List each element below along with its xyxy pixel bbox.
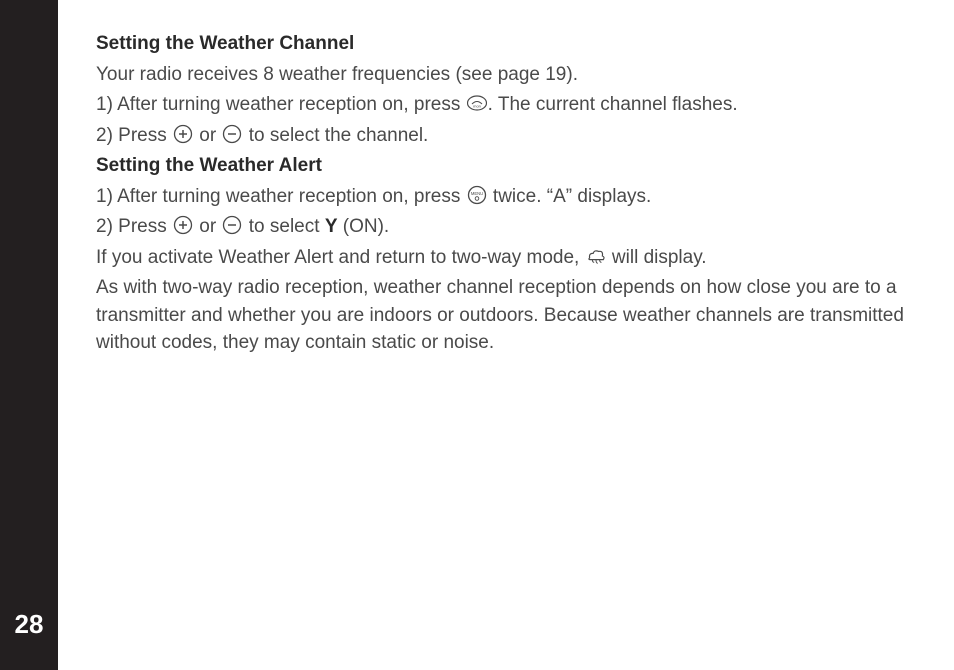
heading-weather-channel: Setting the Weather Channel: [96, 30, 916, 58]
text: . The current channel flashes.: [488, 94, 738, 115]
alert-display-note: If you activate Weather Alert and return…: [96, 244, 916, 272]
alert-step-1: 1) After turning weather reception on, p…: [96, 183, 916, 211]
page-content: Setting the Weather Channel Your radio r…: [96, 30, 916, 360]
svg-text:MENU: MENU: [470, 191, 482, 196]
text: or: [194, 216, 221, 237]
sidebar: Weather 28: [0, 0, 58, 670]
text: (ON).: [338, 216, 390, 237]
channel-step-1: 1) After turning weather reception on, p…: [96, 91, 916, 119]
minus-button-icon: [222, 124, 242, 144]
channel-step-2: 2) Press or to select the channel.: [96, 122, 916, 150]
text: 1) After turning weather reception on, p…: [96, 186, 466, 207]
text: twice. “A” displays.: [488, 186, 652, 207]
svg-text:mon: mon: [473, 104, 481, 109]
plus-button-icon: [173, 215, 193, 235]
weather-alert-icon: [586, 246, 606, 266]
plus-button-icon: [173, 124, 193, 144]
intro-text: Your radio receives 8 weather frequencie…: [96, 61, 916, 89]
text: 2) Press: [96, 216, 172, 237]
text: 2) Press: [96, 125, 172, 146]
text: If you activate Weather Alert and return…: [96, 247, 585, 268]
bold-y: Y: [325, 216, 338, 237]
page-number: 28: [0, 609, 58, 640]
text: will display.: [607, 247, 707, 268]
minus-button-icon: [222, 215, 242, 235]
text: to select the channel.: [243, 125, 428, 146]
section-label: Weather: [0, 427, 6, 540]
alert-step-2: 2) Press or to select Y (ON).: [96, 213, 916, 241]
text: or: [194, 125, 221, 146]
closing-paragraph: As with two-way radio reception, weather…: [96, 274, 916, 357]
mon-button-icon: mon: [467, 93, 487, 113]
text: 1) After turning weather reception on, p…: [96, 94, 466, 115]
heading-weather-alert: Setting the Weather Alert: [96, 152, 916, 180]
text: to select: [243, 216, 324, 237]
menu-button-icon: MENU: [467, 185, 487, 205]
